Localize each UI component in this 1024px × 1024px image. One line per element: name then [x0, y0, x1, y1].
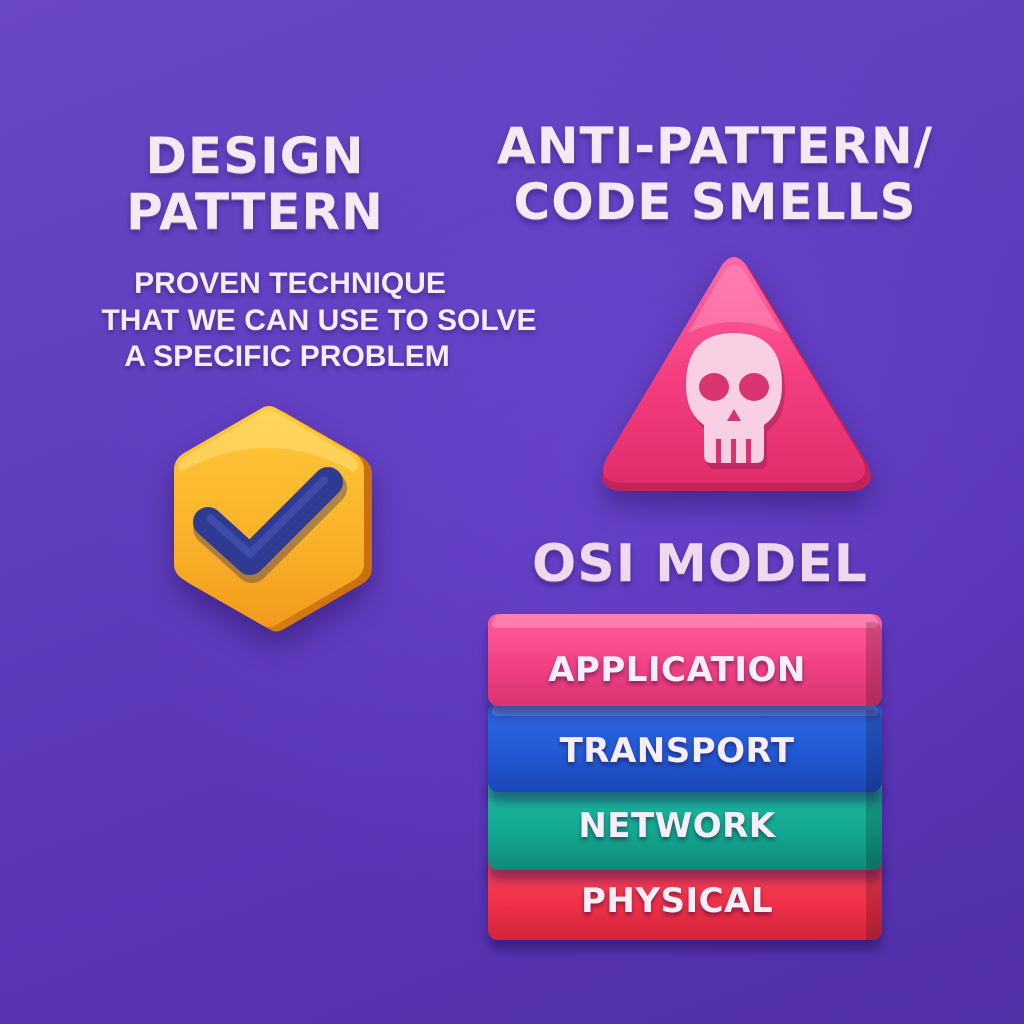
check-hexagon-icon: [158, 402, 380, 638]
osi-model-title: OSI MODEL: [532, 534, 868, 594]
design-pattern-desc-line3: A SPECIFIC PROBLEM: [124, 340, 450, 374]
layer-side-face: [866, 782, 882, 870]
osi-layer-transport: TRANSPORT: [488, 702, 882, 792]
design-pattern-title-line2: PATTERN: [126, 183, 384, 241]
osi-layer-label: PHYSICAL: [580, 881, 774, 921]
osi-layer-label: APPLICATION: [548, 650, 806, 690]
layer-side-face: [866, 858, 882, 940]
layer-top-face: [492, 614, 878, 628]
anti-pattern-title: ANTI-PATTERN/ CODE SMELLS: [465, 118, 965, 230]
anti-pattern-title-line1: ANTI-PATTERN/: [497, 117, 933, 175]
layer-side-face: [866, 622, 882, 706]
anti-pattern-title-line2: CODE SMELLS: [513, 173, 917, 231]
skull-warning-triangle-icon: [596, 255, 876, 500]
osi-layer-label: NETWORK: [578, 806, 776, 846]
design-pattern-description: PROVEN TECHNIQUE THAT WE CAN USE TO SOLV…: [50, 266, 560, 376]
design-pattern-title: DESIGN PATTERN: [110, 128, 400, 240]
osi-layer-application: APPLICATION: [488, 614, 882, 706]
osi-layer-stack: PHYSICAL NETWORK TRANSPORT APPLICATION: [488, 614, 884, 940]
design-pattern-desc-line1: PROVEN TECHNIQUE: [134, 267, 446, 300]
osi-layer-label: TRANSPORT: [559, 731, 795, 771]
design-pattern-title-line1: DESIGN: [145, 127, 365, 185]
design-pattern-desc-line2: THAT WE CAN USE TO SOLVE: [101, 303, 537, 337]
layer-side-face: [866, 710, 882, 792]
